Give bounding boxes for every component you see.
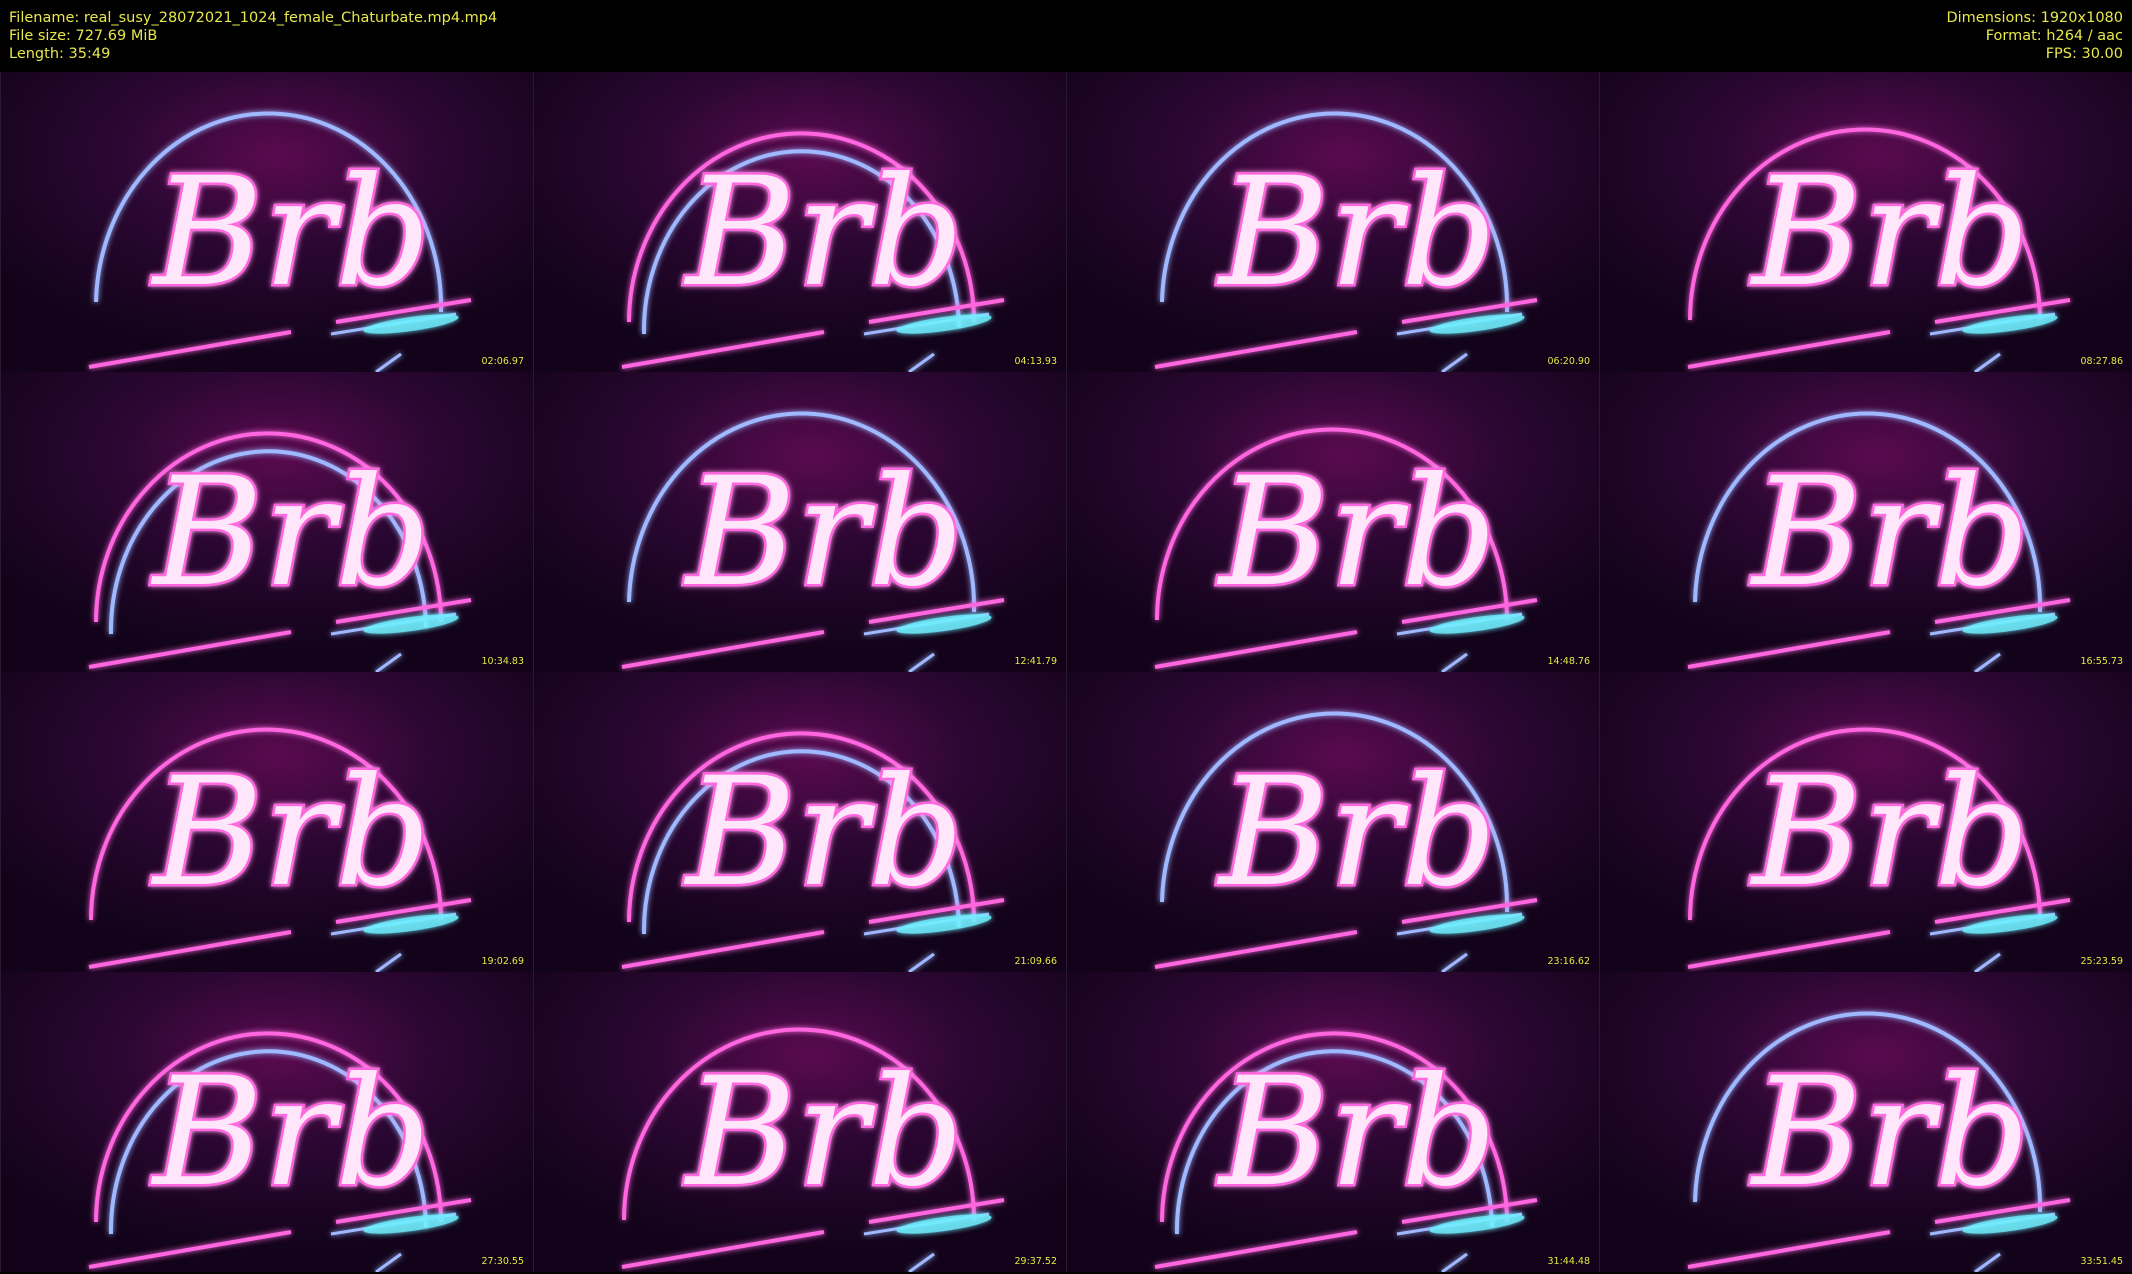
svg-text:Brb: Brb: [1216, 746, 1497, 920]
timestamp-label: 08:27.86: [2080, 356, 2124, 367]
timestamp-label: 06:20.90: [1547, 356, 1591, 367]
file-info: Filename: real_susy_28072021_1024_female…: [9, 9, 497, 63]
svg-text:Brb: Brb: [1216, 1046, 1497, 1220]
svg-text:Brb: Brb: [683, 446, 964, 620]
video-thumbnail: Brb 02:06.97: [0, 72, 533, 372]
timestamp-label: 14:48.76: [1547, 656, 1591, 667]
neon-brb-frame: Brb: [1, 672, 533, 972]
video-thumbnail: Brb 25:23.59: [1599, 672, 2132, 972]
timestamp-label: 29:37.52: [1014, 1256, 1058, 1267]
neon-brb-frame: Brb: [1067, 672, 1599, 972]
svg-text:Brb: Brb: [683, 746, 964, 920]
timestamp-label: 19:02.69: [481, 956, 525, 967]
timestamp-label: 31:44.48: [1547, 1256, 1591, 1267]
video-info: Dimensions: 1920x1080 Format: h264 / aac…: [1946, 9, 2123, 63]
video-thumbnail: Brb 21:09.66: [533, 672, 1066, 972]
svg-text:Brb: Brb: [150, 446, 431, 620]
neon-brb-frame: Brb: [534, 672, 1066, 972]
neon-brb-frame: Brb: [1067, 972, 1599, 1272]
svg-text:Brb: Brb: [1749, 746, 2030, 920]
neon-brb-frame: Brb: [1600, 72, 2132, 372]
neon-brb-frame: Brb: [1067, 72, 1599, 372]
video-thumbnail: Brb 08:27.86: [1599, 72, 2132, 372]
video-thumbnail: Brb 31:44.48: [1066, 972, 1599, 1272]
svg-text:Brb: Brb: [1749, 446, 2030, 620]
video-thumbnail: Brb 16:55.73: [1599, 372, 2132, 672]
video-thumbnail: Brb 33:51.45: [1599, 972, 2132, 1272]
svg-text:Brb: Brb: [150, 1046, 431, 1220]
neon-brb-frame: Brb: [1600, 372, 2132, 672]
neon-brb-frame: Brb: [1067, 372, 1599, 672]
info-header: Filename: real_susy_28072021_1024_female…: [0, 0, 2132, 72]
video-thumbnail: Brb 19:02.69: [0, 672, 533, 972]
svg-text:Brb: Brb: [1216, 446, 1497, 620]
timestamp-label: 02:06.97: [481, 356, 525, 367]
video-thumbnail: Brb 27:30.55: [0, 972, 533, 1272]
timestamp-label: 25:23.59: [2080, 956, 2124, 967]
video-thumbnail: Brb 06:20.90: [1066, 72, 1599, 372]
length-text: Length: 35:49: [9, 46, 111, 62]
neon-brb-frame: Brb: [1, 972, 533, 1272]
timestamp-label: 10:34.83: [481, 656, 525, 667]
svg-text:Brb: Brb: [1749, 1046, 2030, 1220]
neon-brb-frame: Brb: [534, 72, 1066, 372]
video-thumbnail: Brb 29:37.52: [533, 972, 1066, 1272]
svg-text:Brb: Brb: [150, 146, 431, 320]
neon-brb-frame: Brb: [534, 972, 1066, 1272]
timestamp-label: 04:13.93: [1014, 356, 1058, 367]
timestamp-label: 27:30.55: [481, 1256, 525, 1267]
video-thumbnail: Brb 23:16.62: [1066, 672, 1599, 972]
timestamp-label: 16:55.73: [2080, 656, 2124, 667]
video-thumbnail: Brb 10:34.83: [0, 372, 533, 672]
video-thumbnail: Brb 14:48.76: [1066, 372, 1599, 672]
svg-text:Brb: Brb: [683, 146, 964, 320]
dimensions-text: Dimensions: 1920x1080: [1946, 10, 2123, 26]
video-thumbnail: Brb 12:41.79: [533, 372, 1066, 672]
video-thumbnail: Brb 04:13.93: [533, 72, 1066, 372]
fps-text: FPS: 30.00: [2045, 46, 2123, 62]
filesize-text: File size: 727.69 MiB: [9, 28, 158, 44]
svg-text:Brb: Brb: [1749, 146, 2030, 320]
svg-text:Brb: Brb: [1216, 146, 1497, 320]
neon-brb-frame: Brb: [1, 72, 533, 372]
timestamp-label: 21:09.66: [1014, 956, 1058, 967]
timestamp-label: 33:51.45: [2080, 1256, 2124, 1267]
format-text: Format: h264 / aac: [1985, 28, 2123, 44]
filename-text: Filename: real_susy_28072021_1024_female…: [9, 10, 498, 26]
timestamp-label: 23:16.62: [1547, 956, 1591, 967]
neon-brb-frame: Brb: [1, 372, 533, 672]
neon-brb-frame: Brb: [534, 372, 1066, 672]
svg-text:Brb: Brb: [683, 1046, 964, 1220]
timestamp-label: 12:41.79: [1014, 656, 1058, 667]
thumbnail-grid: Brb 02:06.97 Brb 04:13.93 Brb 06:20.90 B…: [0, 72, 2132, 1274]
neon-brb-frame: Brb: [1600, 972, 2132, 1272]
neon-brb-frame: Brb: [1600, 672, 2132, 972]
svg-text:Brb: Brb: [150, 746, 431, 920]
